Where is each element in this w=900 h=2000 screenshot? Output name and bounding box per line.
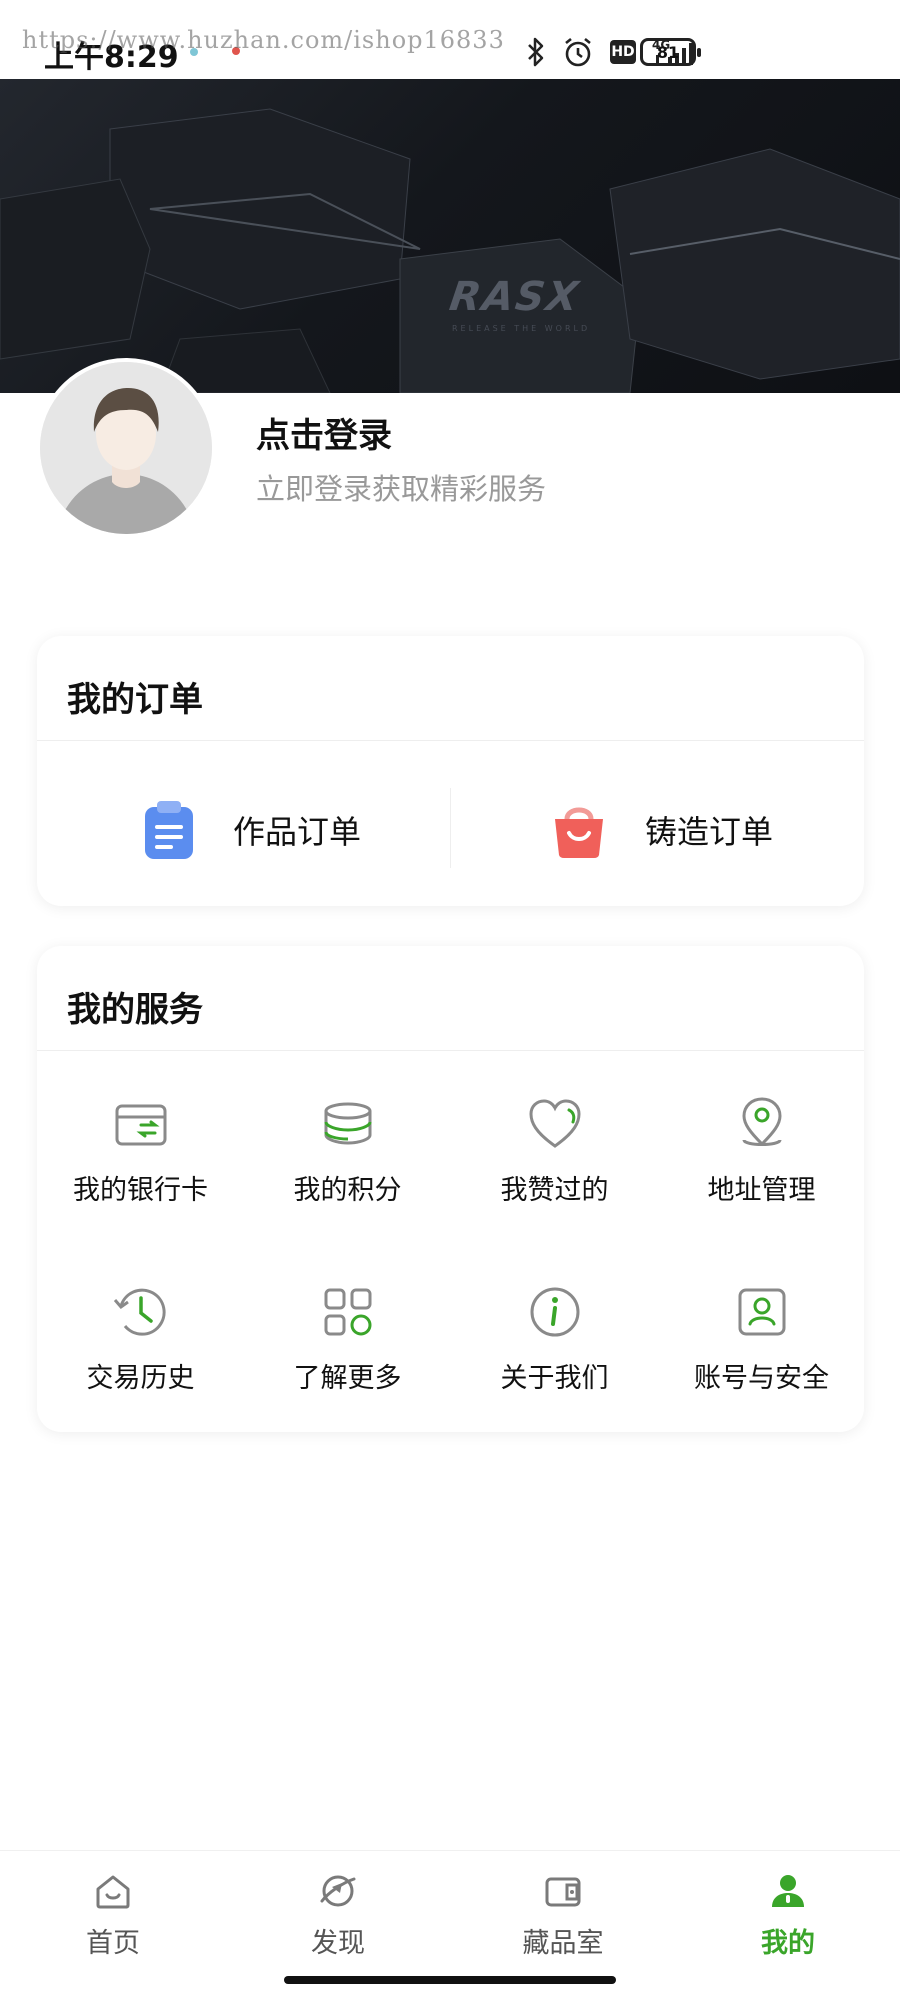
location-pin-icon (741, 1097, 782, 1147)
alarm-icon (565, 37, 591, 67)
divider (37, 1050, 864, 1051)
discover-icon (320, 1875, 356, 1907)
account-security-icon (738, 1288, 785, 1336)
profile-icon (772, 1875, 804, 1907)
home-icon (96, 1875, 130, 1909)
history-clock-icon (113, 1288, 166, 1336)
service-learn-more[interactable]: 了解更多 (244, 1282, 451, 1395)
heart-icon (528, 1099, 581, 1148)
grid-apps-icon (324, 1288, 371, 1336)
orders-card: 我的订单 作品订单 铸造订单 (37, 636, 864, 906)
service-account-security[interactable]: 账号与安全 (658, 1282, 865, 1395)
works-order-button[interactable]: 作品订单 (141, 795, 361, 865)
works-order-label: 作品订单 (233, 813, 362, 851)
nav-item-discover[interactable]: 发现 (268, 1871, 408, 1960)
mint-order-button[interactable]: 铸造订单 (549, 795, 773, 865)
shopping-bag-icon (555, 807, 603, 858)
banner-hexagons (0, 108, 900, 393)
service-about-us[interactable]: 关于我们 (451, 1282, 658, 1395)
bottom-nav: 首页 发现 藏品室 我的 (0, 1850, 900, 1968)
services-title: 我的服务 (67, 990, 203, 1030)
service-label: 账号与安全 (694, 1363, 829, 1394)
status-bar: 上午8:29 https://www.huzhan.com/ishop16833… (0, 0, 900, 79)
service-label: 我赞过的 (500, 1175, 609, 1206)
default-avatar-icon (40, 362, 212, 534)
battery-level: 81 (656, 42, 680, 62)
nav-item-profile[interactable]: 我的 (718, 1871, 858, 1960)
service-liked[interactable]: 我赞过的 (451, 1094, 658, 1207)
services-card: 我的服务 我的银行卡 我的积分 我赞过的 地址管理 交易历史 了解更多 关于我们… (37, 946, 864, 1432)
bluetooth-icon (528, 37, 544, 67)
battery-indicator: 81 (640, 38, 701, 66)
profile-banner: RASX RELEASE THE WORLD (0, 79, 900, 393)
watermark: https://www.huzhan.com/ishop16833 (22, 26, 505, 54)
nav-label: 我的 (761, 1928, 815, 1959)
home-indicator[interactable] (284, 1976, 616, 1984)
nav-label: 发现 (311, 1928, 365, 1959)
bank-card-icon (115, 1104, 166, 1146)
service-label: 我的积分 (293, 1175, 402, 1206)
service-address[interactable]: 地址管理 (658, 1094, 865, 1207)
service-history[interactable]: 交易历史 (37, 1282, 244, 1395)
info-icon (530, 1287, 579, 1337)
avatar[interactable] (36, 358, 216, 538)
order-separator (450, 788, 451, 868)
service-label: 地址管理 (707, 1175, 816, 1206)
orders-title: 我的订单 (67, 680, 203, 720)
service-label: 我的银行卡 (73, 1175, 208, 1206)
clipboard-icon (145, 801, 193, 859)
service-points[interactable]: 我的积分 (244, 1094, 451, 1207)
collection-icon (545, 1877, 581, 1907)
service-label: 交易历史 (86, 1363, 195, 1394)
hd-badge: HD (610, 40, 636, 64)
points-stack-icon (324, 1102, 371, 1145)
nav-item-collection[interactable]: 藏品室 (493, 1871, 633, 1960)
login-title[interactable]: 点击登录 (256, 408, 392, 457)
banner-logo: RASX (446, 274, 583, 320)
divider (37, 740, 864, 741)
service-label: 关于我们 (500, 1363, 609, 1394)
service-bank-card[interactable]: 我的银行卡 (37, 1094, 244, 1207)
service-label: 了解更多 (293, 1363, 402, 1394)
mint-order-label: 铸造订单 (645, 813, 774, 851)
nav-item-home[interactable]: 首页 (43, 1871, 183, 1960)
banner-logo-tagline: RELEASE THE WORLD (452, 324, 591, 333)
nav-label: 首页 (86, 1928, 140, 1959)
nav-label: 藏品室 (522, 1928, 604, 1959)
login-subtitle: 立即登录获取精彩服务 (256, 472, 547, 506)
